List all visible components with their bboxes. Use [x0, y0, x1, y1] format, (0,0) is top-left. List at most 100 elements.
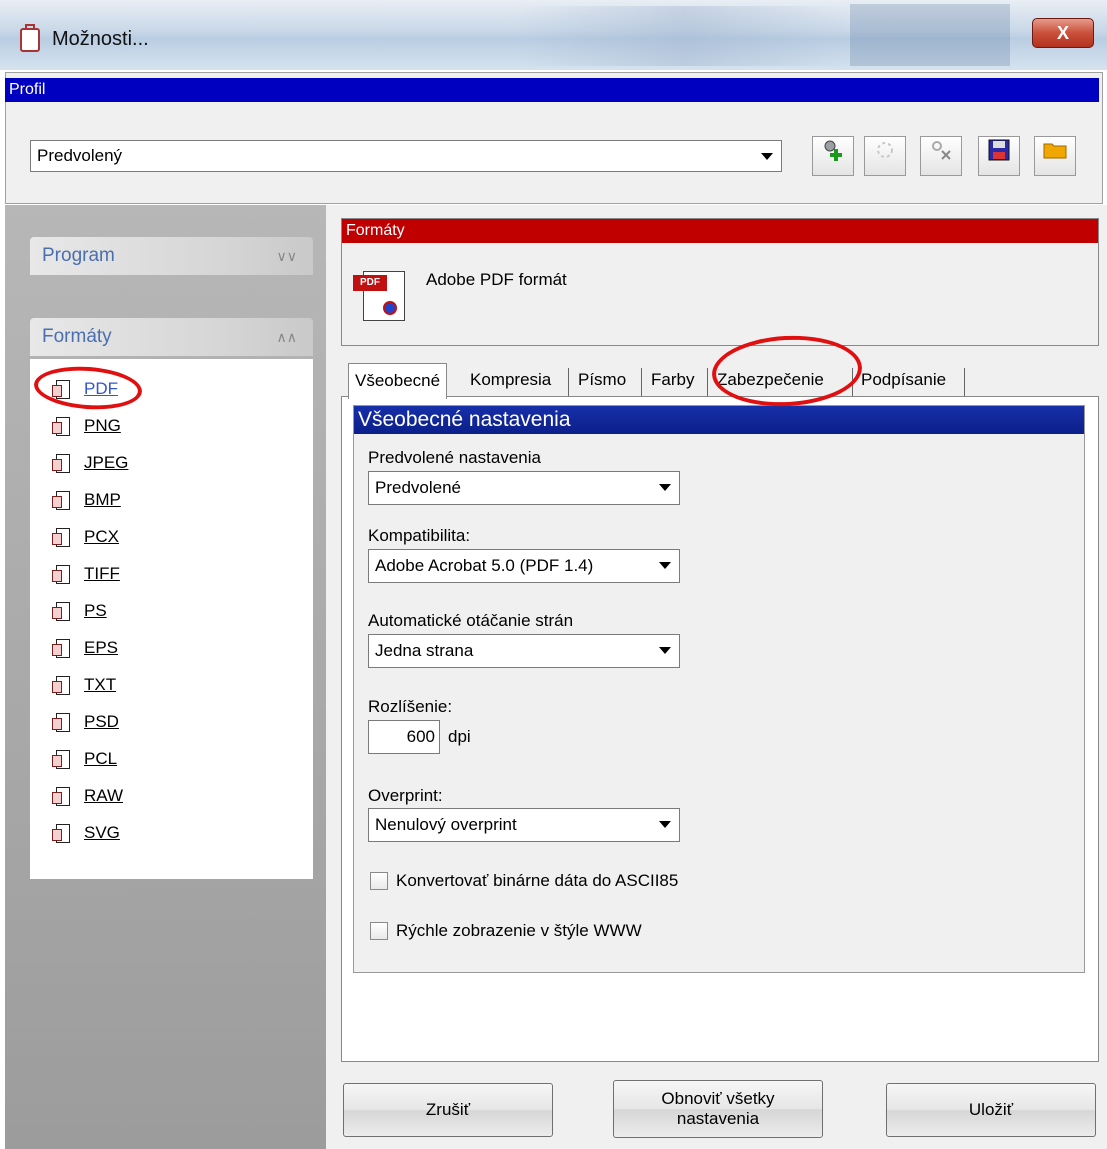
tab-general[interactable]: Všeobecné	[348, 363, 448, 399]
pdf-tag: PDF	[353, 275, 387, 291]
tab-separator	[707, 368, 708, 396]
sidebar-section-program[interactable]: Program ∨∨	[30, 237, 313, 275]
formats-list: PDF PNG JPEG BMP PCX TIFF PS EPS TXT PSD…	[30, 359, 313, 879]
sidebar-item-png[interactable]: PNG	[52, 412, 121, 440]
fast-web-checkbox-row[interactable]: Rýchle zobrazenie v štýle WWW	[370, 921, 642, 941]
resolution-input[interactable]: 600	[368, 720, 440, 754]
preset-select[interactable]: Predvolené	[368, 471, 680, 505]
chevron-down-icon	[659, 647, 671, 654]
open-profile-button[interactable]	[1034, 136, 1076, 176]
reset-button-label-line2: nastavenia	[676, 1109, 760, 1128]
save-profile-button[interactable]	[978, 136, 1020, 176]
ascii85-checkbox-row[interactable]: Konvertovať binárne dáta do ASCII85	[370, 871, 678, 891]
tab-font[interactable]: Písmo	[572, 363, 632, 397]
cancel-button[interactable]: Zrušiť	[343, 1083, 553, 1137]
chevron-down-icon	[761, 153, 773, 160]
resolution-label: Rozlíšenie:	[368, 697, 453, 716]
sidebar-item-svg[interactable]: SVG	[52, 819, 120, 847]
add-profile-button[interactable]	[812, 136, 854, 176]
pcx-file-icon	[52, 525, 74, 549]
fast-web-checkbox-label: Rýchle zobrazenie v štýle WWW	[396, 921, 642, 940]
save-button[interactable]: Uložiť	[886, 1083, 1096, 1137]
sidebar-item-label: PCX	[84, 527, 119, 546]
compatibility-select[interactable]: Adobe Acrobat 5.0 (PDF 1.4)	[368, 549, 680, 583]
ascii85-checkbox-label: Konvertovať binárne dáta do ASCII85	[396, 871, 679, 890]
delete-profile-button[interactable]	[920, 136, 962, 176]
sidebar-item-tiff[interactable]: TIFF	[52, 560, 120, 588]
tab-separator	[568, 368, 569, 396]
tab-separator	[964, 368, 965, 396]
sidebar-item-label: EPS	[84, 638, 119, 657]
overprint-label: Overprint:	[368, 786, 443, 805]
sidebar-item-pcl[interactable]: PCL	[52, 745, 117, 773]
delete-icon	[932, 141, 951, 160]
sidebar-item-pcx[interactable]: PCX	[52, 523, 119, 551]
app-icon	[20, 24, 40, 52]
folder-icon	[1043, 143, 1067, 159]
sidebar-item-raw[interactable]: RAW	[52, 782, 123, 810]
bmp-file-icon	[52, 488, 74, 512]
reset-all-button[interactable]: Obnoviť všetky nastavenia	[613, 1080, 823, 1138]
sidebar-section-label: Formáty	[42, 326, 112, 347]
sidebar-item-label: TIFF	[84, 564, 120, 583]
sidebar-item-label: PNG	[84, 416, 121, 435]
sidebar-item-psd[interactable]: PSD	[52, 708, 119, 736]
save-button-label: Uložiť	[968, 1100, 1014, 1119]
general-settings-header: Všeobecné nastavenia	[354, 406, 1084, 434]
pdf-document-icon: PDF	[353, 265, 407, 323]
sidebar-item-jpeg[interactable]: JPEG	[52, 449, 128, 477]
overprint-select[interactable]: Nenulový overprint	[368, 808, 680, 842]
auto-rotate-label: Automatické otáčanie strán	[368, 611, 574, 630]
cancel-button-label: Zrušiť	[425, 1100, 471, 1119]
sidebar-item-label: RAW	[84, 786, 124, 805]
sidebar-item-ps[interactable]: PS	[52, 597, 107, 625]
sidebar-item-label: TXT	[84, 675, 117, 694]
sidebar-item-label: PSD	[84, 712, 119, 731]
auto-rotate-select-value: Jedna strana	[375, 641, 474, 660]
window-title: Možnosti...	[52, 28, 149, 50]
reset-button-label-line1: Obnoviť všetky	[661, 1089, 775, 1108]
svg-file-icon	[52, 821, 74, 845]
tiff-file-icon	[52, 562, 74, 586]
sidebar-item-bmp[interactable]: BMP	[52, 486, 121, 514]
txt-file-icon	[52, 673, 74, 697]
profile-header: Profil	[5, 78, 1099, 102]
pcl-file-icon	[52, 747, 74, 771]
preset-label: Predvolené nastavenia	[368, 448, 541, 467]
tab-separator	[641, 368, 642, 396]
add-icon	[824, 140, 842, 161]
auto-rotate-select[interactable]: Jedna strana	[368, 634, 680, 668]
rename-profile-button[interactable]	[864, 136, 906, 176]
sidebar-section-formats[interactable]: Formáty ∧∧	[30, 318, 313, 356]
close-button[interactable]: X	[1032, 18, 1094, 48]
profile-select[interactable]: Predvolený	[30, 140, 782, 172]
chevron-down-icon	[659, 821, 671, 828]
sidebar-item-label: JPEG	[84, 453, 129, 472]
eps-file-icon	[52, 636, 74, 660]
sidebar-section-label: Program	[42, 245, 115, 266]
compatibility-label: Kompatibilita:	[368, 526, 471, 545]
raw-file-icon	[52, 784, 74, 808]
tab-colors[interactable]: Farby	[645, 363, 700, 397]
sidebar-item-txt[interactable]: TXT	[52, 671, 116, 699]
tab-signing[interactable]: Podpísanie	[855, 363, 952, 397]
tab-compression[interactable]: Kompresia	[464, 363, 557, 397]
title-bar-background	[520, 6, 850, 66]
profile-select-value: Predvolený	[37, 146, 123, 165]
rename-icon	[877, 142, 893, 158]
ascii85-checkbox[interactable]	[370, 872, 388, 890]
sidebar-item-label: PS	[84, 601, 107, 620]
compatibility-select-value: Adobe Acrobat 5.0 (PDF 1.4)	[375, 556, 594, 575]
ps-file-icon	[52, 599, 74, 623]
title-bar	[0, 0, 1107, 70]
sidebar-item-label: BMP	[84, 490, 121, 509]
preset-select-value: Predvolené	[375, 478, 462, 497]
fast-web-checkbox[interactable]	[370, 922, 388, 940]
chevron-down-icon	[659, 562, 671, 569]
format-name: Adobe PDF formát	[426, 270, 567, 289]
jpeg-file-icon	[52, 451, 74, 475]
sidebar-item-eps[interactable]: EPS	[52, 634, 118, 662]
overprint-select-value: Nenulový overprint	[375, 815, 517, 834]
resolution-unit: dpi	[448, 727, 471, 746]
title-bar-background	[850, 4, 1010, 66]
